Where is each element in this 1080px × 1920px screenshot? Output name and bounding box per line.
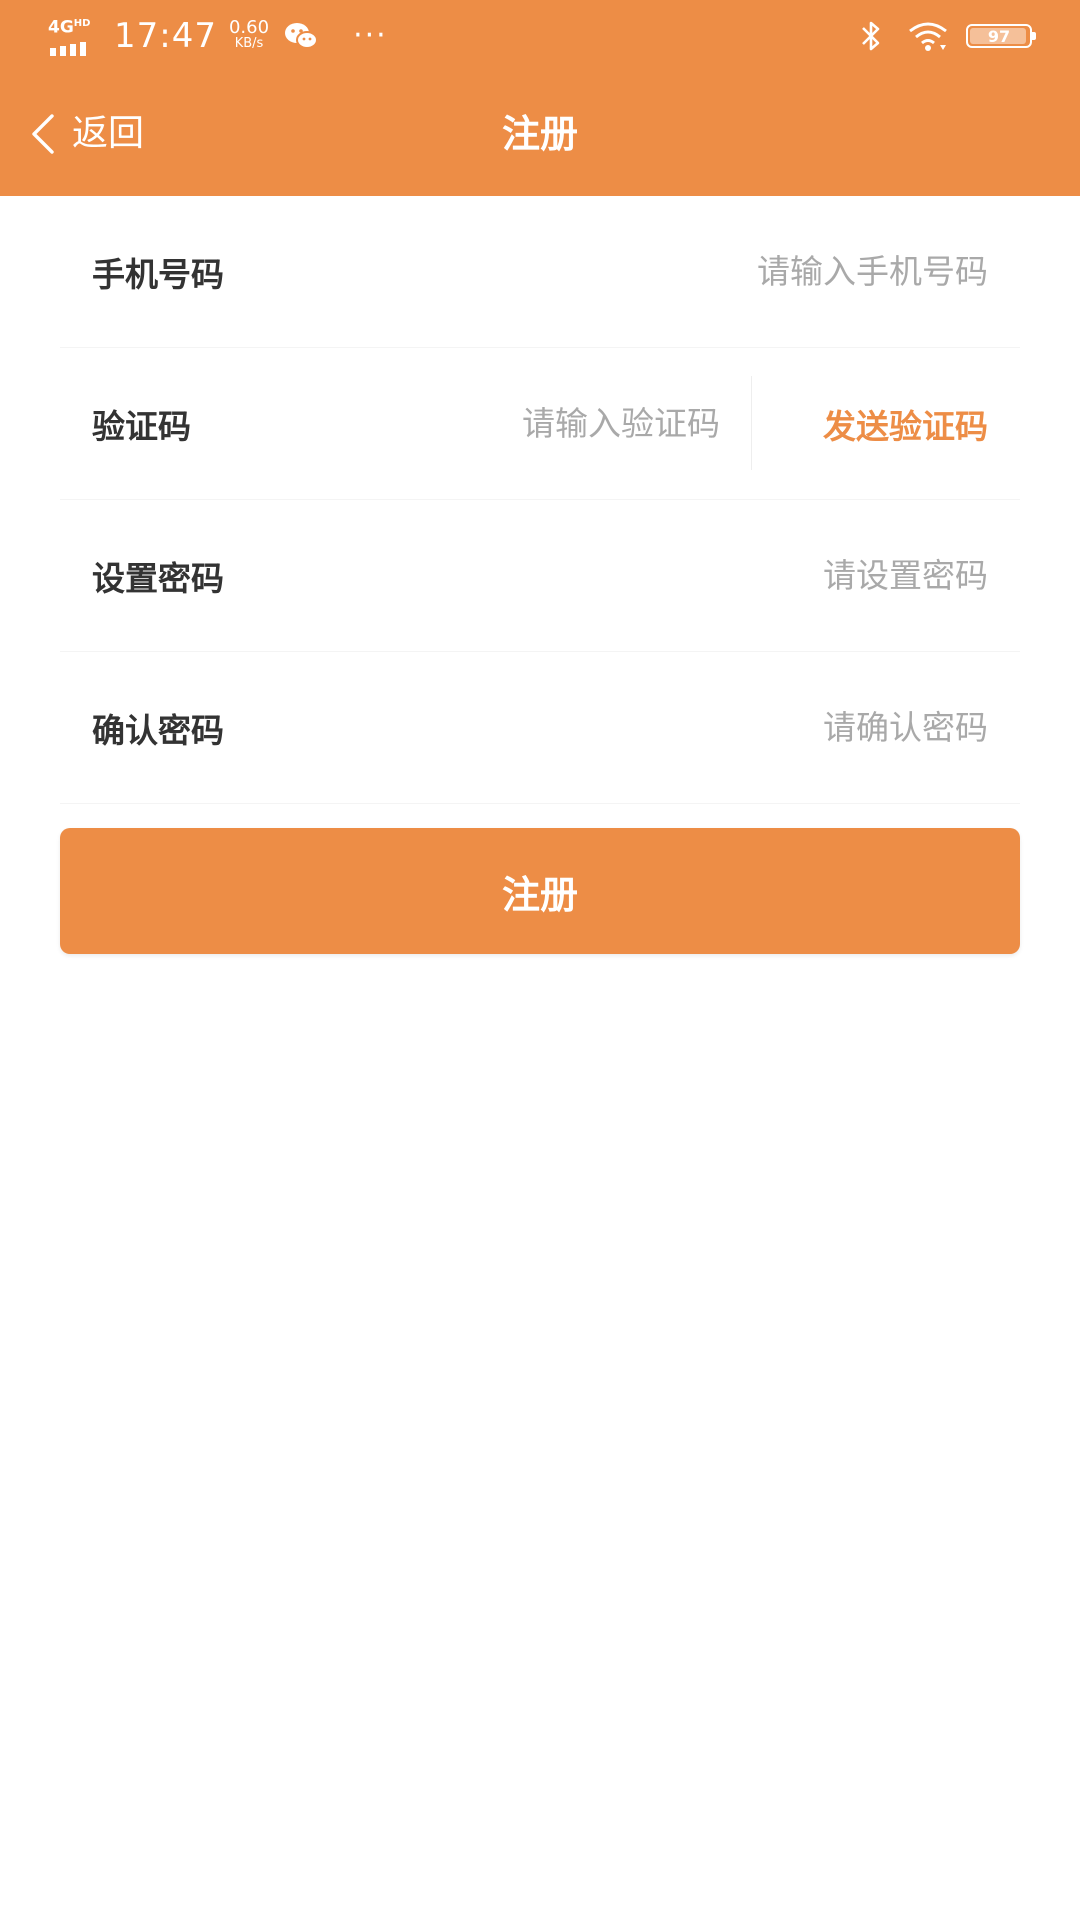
bluetooth-icon xyxy=(862,21,880,51)
battery-nub xyxy=(1032,32,1036,40)
confirm-password-row: 确认密码 xyxy=(60,652,1020,804)
network-type: 4GHD xyxy=(48,14,90,38)
status-time: 17:47 xyxy=(114,16,217,56)
send-code-button[interactable]: 发送验证码 xyxy=(823,400,988,448)
confirm-password-label: 确认密码 xyxy=(92,710,224,750)
signal-bar xyxy=(80,42,86,56)
signal-bar xyxy=(50,48,56,56)
net-speed-value: 0.60 xyxy=(228,17,270,38)
confirm-password-input[interactable] xyxy=(468,697,988,758)
net-speed-unit: KB/s xyxy=(234,36,264,51)
wifi-icon xyxy=(909,22,947,51)
code-row: 验证码 发送验证码 xyxy=(60,348,1020,500)
password-label: 设置密码 xyxy=(92,558,224,598)
signal-icon: 4GHD xyxy=(48,14,100,58)
nav-bar: 返回 注册 xyxy=(0,72,1080,196)
password-input[interactable] xyxy=(468,545,988,606)
signal-bar xyxy=(60,46,66,56)
app-header: 4GHD 17:47 0.60 KB/s ··· 97 返回 注册 xyxy=(0,0,1080,196)
status-bar-right: 97 xyxy=(858,16,1036,56)
wechat-icon xyxy=(285,23,319,49)
phone-input[interactable] xyxy=(468,241,988,302)
page-title: 注册 xyxy=(501,112,578,156)
register-button[interactable]: 注册 xyxy=(60,828,1020,954)
network-hd-text: HD xyxy=(73,18,91,29)
signal-bars xyxy=(50,42,90,56)
battery-level-text: 97 xyxy=(987,26,1011,46)
status-bar: 4GHD 17:47 0.60 KB/s ··· 97 xyxy=(0,0,1080,72)
code-input[interactable] xyxy=(360,393,720,454)
net-speed: 0.60 KB/s xyxy=(228,17,270,52)
phone-row: 手机号码 xyxy=(60,196,1020,348)
network-type-text: 4G xyxy=(48,17,74,38)
password-row: 设置密码 xyxy=(60,500,1020,652)
phone-label: 手机号码 xyxy=(92,254,224,294)
signal-bar xyxy=(70,44,76,56)
battery-icon: 97 xyxy=(966,24,1036,48)
register-form: 手机号码 验证码 发送验证码 设置密码 确认密码 xyxy=(0,196,1080,804)
code-divider xyxy=(751,376,752,470)
status-bar-left: 4GHD 17:47 0.60 KB/s ··· xyxy=(48,12,388,60)
code-label: 验证码 xyxy=(92,406,191,446)
more-icon: ··· xyxy=(353,18,388,53)
